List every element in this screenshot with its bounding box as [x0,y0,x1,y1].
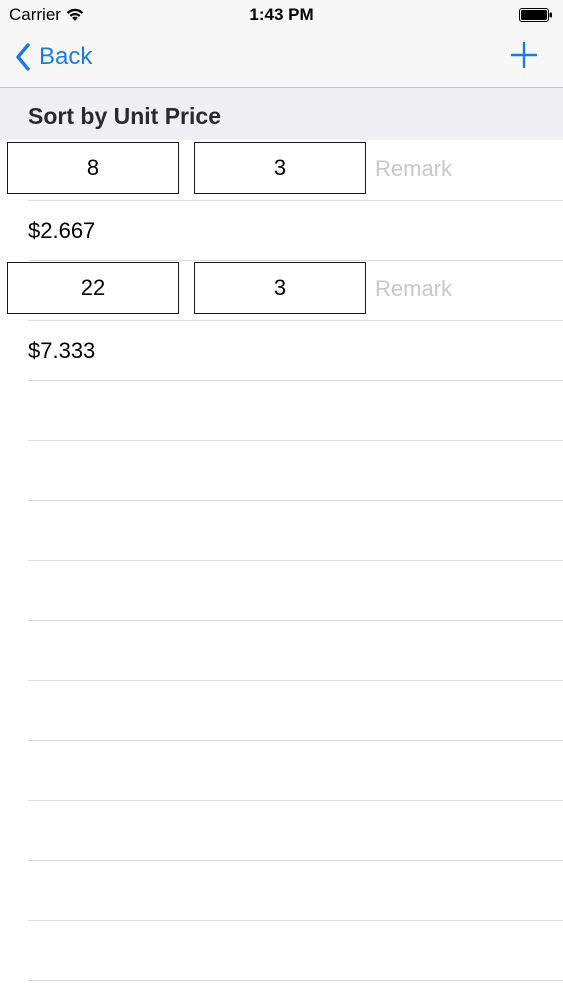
status-bar: Carrier 1:43 PM [0,0,563,30]
empty-row [0,741,563,801]
empty-row [0,441,563,501]
empty-row [0,621,563,681]
remark-input[interactable] [375,264,555,314]
empty-row [0,861,563,921]
navigation-bar: Back [0,30,563,88]
empty-row [0,801,563,861]
battery-full-icon [519,8,553,22]
empty-row [0,921,563,981]
back-label: Back [39,43,93,70]
price-input[interactable] [7,262,179,314]
chevron-left-icon [15,43,31,71]
quantity-input[interactable] [194,142,366,194]
quantity-input[interactable] [194,262,366,314]
unit-price-label: $2.667 [28,218,96,243]
unit-price-row[interactable]: $7.333 [0,321,563,381]
back-button[interactable]: Back [15,40,92,74]
row-separator [28,980,563,981]
empty-row [0,501,563,561]
section-header: Sort by Unit Price [0,88,563,140]
section-title: Sort by Unit Price [28,103,221,129]
item-input-row [0,261,563,321]
unit-price-row[interactable]: $2.667 [0,201,563,261]
status-time: 1:43 PM [249,5,314,24]
empty-row [0,381,563,441]
empty-row [0,561,563,621]
add-button[interactable] [511,42,537,68]
empty-row [0,681,563,741]
remark-input[interactable] [375,144,555,194]
unit-price-label: $7.333 [28,338,96,363]
price-input[interactable] [7,142,179,194]
item-input-row [0,141,563,201]
plus-icon [511,42,537,68]
